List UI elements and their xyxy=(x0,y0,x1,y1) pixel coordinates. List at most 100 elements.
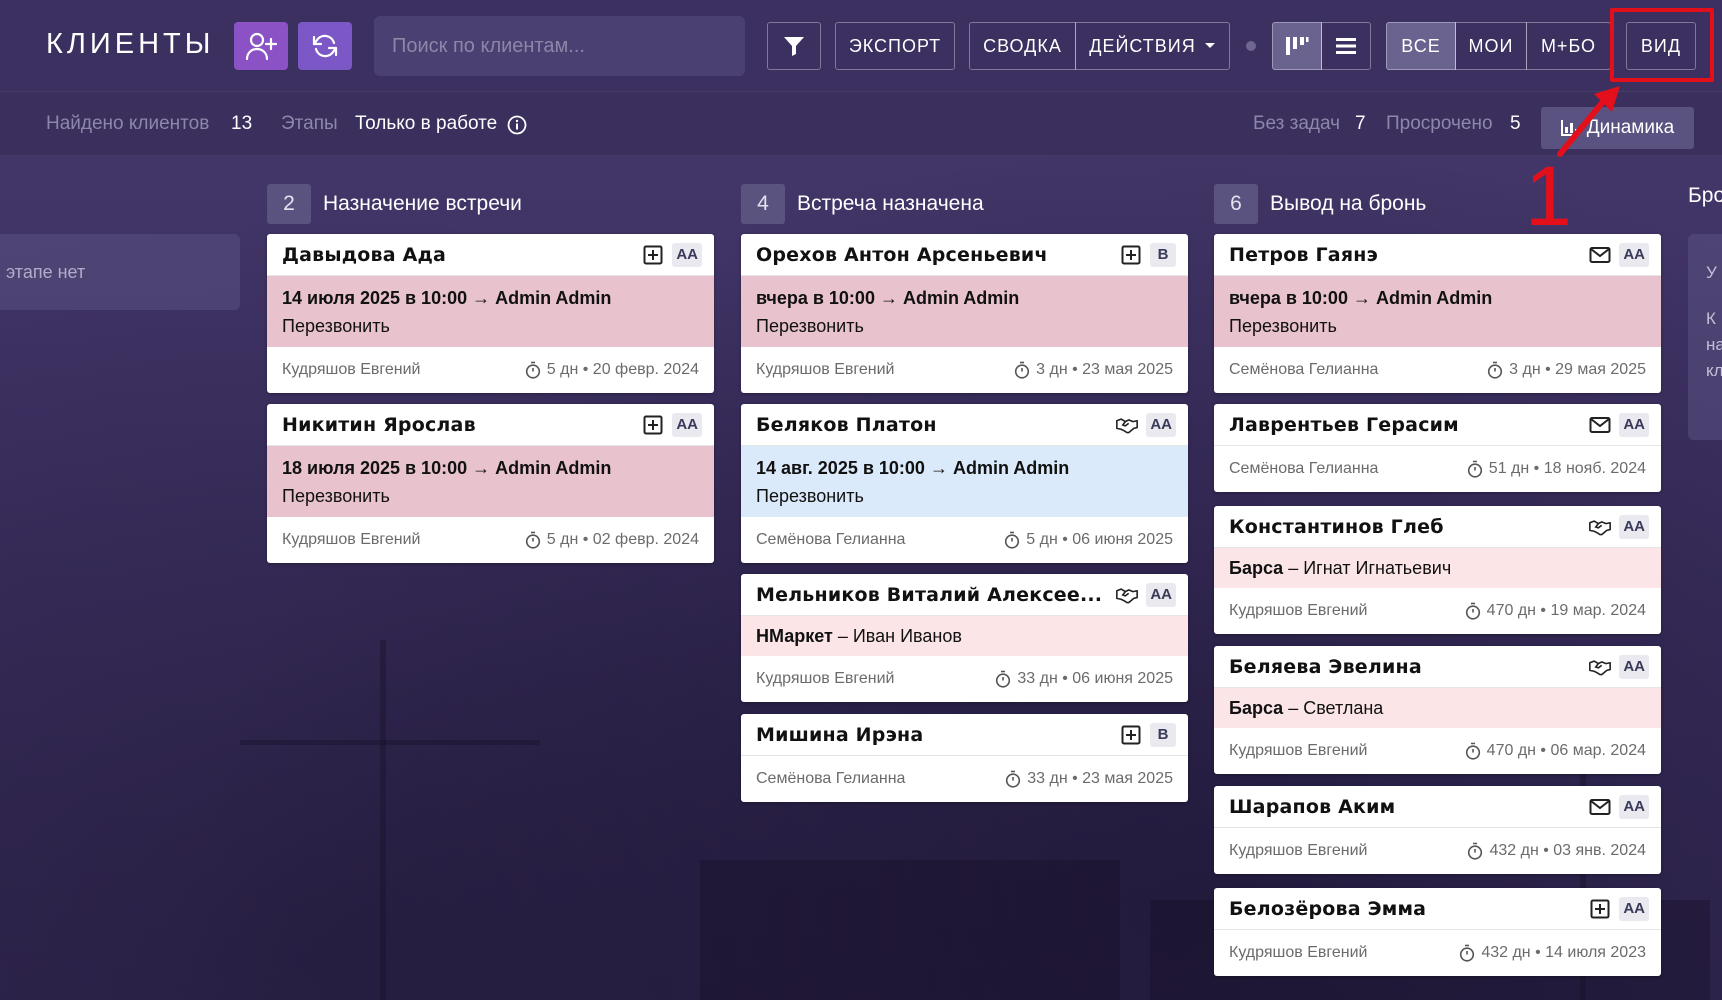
task-block[interactable]: вчера в 10:00 → Admin Admin Перезвонить xyxy=(741,276,1188,347)
column-count: 6 xyxy=(1214,184,1258,224)
list-view-button[interactable] xyxy=(1321,22,1371,70)
client-name[interactable]: Давыдова Ада xyxy=(282,244,642,266)
refresh-button[interactable] xyxy=(298,22,352,70)
card-meta-text: 470 дн • 06 мар. 2024 xyxy=(1486,742,1646,759)
handshake-icon[interactable] xyxy=(1116,414,1139,436)
timer-icon xyxy=(525,531,540,549)
client-card[interactable]: Шарапов Аким АА Кудряшов Евгений 432 дн • 0… xyxy=(1214,786,1661,874)
partial-column-header: Бро xyxy=(1688,184,1722,208)
client-name[interactable]: Шарапов Аким xyxy=(1229,796,1589,818)
card-header: Беляков Платон АА xyxy=(741,404,1188,446)
timer-icon xyxy=(525,361,540,379)
client-card[interactable]: Давыдова Ада АА 14 июля 2025 в 10:00 → Adm… xyxy=(267,234,714,393)
filter-all-button[interactable]: ВСЕ xyxy=(1386,22,1456,70)
card-meta: 5 дн • 02 февр. 2024 xyxy=(525,531,699,549)
client-name[interactable]: Мельников Виталий Алексее... xyxy=(756,584,1116,606)
search-input[interactable] xyxy=(374,16,745,76)
client-card[interactable]: Беляева Эвелина АА Барса – Светлана Кудряшо… xyxy=(1214,646,1661,774)
plus-square-icon[interactable] xyxy=(1589,898,1611,920)
card-meta-text: 3 дн • 29 мая 2025 xyxy=(1509,361,1646,378)
mail-icon[interactable] xyxy=(1589,244,1611,266)
info-icon[interactable] xyxy=(507,115,527,141)
plus-square-icon[interactable] xyxy=(1120,724,1142,746)
card-meta-text: 432 дн • 14 июля 2023 xyxy=(1481,944,1646,961)
card-meta-text: 470 дн • 19 мар. 2024 xyxy=(1486,602,1646,619)
export-button[interactable]: ЭКСПОРТ xyxy=(835,22,955,70)
timer-icon xyxy=(1467,460,1482,478)
responsible-badge: АА xyxy=(672,412,702,437)
actions-dropdown[interactable]: ДЕЙСТВИЯ xyxy=(1075,22,1230,70)
partner-name: НМаркет xyxy=(756,626,833,646)
client-card[interactable]: Константинов Глеб АА Барса – Игнат Игнатье… xyxy=(1214,506,1661,634)
card-footer: Семёнова Гелианна 5 дн • 06 июня 2025 xyxy=(741,517,1188,563)
responsible-badge: АА xyxy=(1146,582,1176,607)
client-card[interactable]: Никитин Ярослав АА 18 июля 2025 в 10:00 → … xyxy=(267,404,714,563)
task-block[interactable]: 18 июля 2025 в 10:00 → Admin Admin Перезв… xyxy=(267,446,714,517)
task-block[interactable]: вчера в 10:00 → Admin Admin Перезвонить xyxy=(1214,276,1661,347)
client-name[interactable]: Лаврентьев Герасим xyxy=(1229,414,1589,436)
manager-name: Кудряшов Евгений xyxy=(1229,602,1368,619)
responsible-badge: АА xyxy=(1619,514,1649,539)
caret-down-icon xyxy=(1204,43,1215,48)
page-title: КЛИЕНТЫ xyxy=(46,28,215,60)
task-block[interactable]: 14 июля 2025 в 10:00 → Admin Admin Перезв… xyxy=(267,276,714,347)
mail-icon[interactable] xyxy=(1589,796,1611,818)
card-header: Лаврентьев Герасим АА xyxy=(1214,404,1661,446)
empty-stage-card: этапе нет xyxy=(0,234,240,310)
card-footer: Семёнова Гелианна 51 дн • 18 нояб. 2024 xyxy=(1214,446,1661,492)
client-name[interactable]: Беляков Платон xyxy=(756,414,1116,436)
client-card[interactable]: Орехов Антон Арсеньевич Ввчера в 10:00 → … xyxy=(741,234,1188,393)
stages-value[interactable]: Только в работе xyxy=(355,113,497,135)
card-meta: 3 дн • 23 мая 2025 xyxy=(1014,361,1173,379)
client-card[interactable]: Беляков Платон АА 14 авг. 2025 в 10:00 → A… xyxy=(741,404,1188,563)
manager-name: Семёнова Гелианна xyxy=(1229,361,1379,378)
plus-square-icon[interactable] xyxy=(642,244,664,266)
mail-icon[interactable] xyxy=(1589,414,1611,436)
card-meta-text: 432 дн • 03 янв. 2024 xyxy=(1489,842,1646,859)
partner-block: НМаркет – Иван Иванов xyxy=(741,616,1188,656)
client-card[interactable]: Мишина Ирэна В Семёнова Гелианна 33 дн • 23… xyxy=(741,714,1188,802)
column-count: 4 xyxy=(741,184,785,224)
plus-square-icon[interactable] xyxy=(642,414,664,436)
overdue-label: Просрочено xyxy=(1386,113,1493,134)
task-block[interactable]: 14 авг. 2025 в 10:00 → Admin Admin Перезв… xyxy=(741,446,1188,517)
client-name[interactable]: Петров Гаянэ xyxy=(1229,244,1589,266)
client-name[interactable]: Никитин Ярослав xyxy=(282,414,642,436)
card-meta: 470 дн • 19 мар. 2024 xyxy=(1465,602,1646,620)
client-name[interactable]: Мишина Ирэна xyxy=(756,724,1120,746)
task-datetime: вчера в 10:00 → Admin Admin xyxy=(756,288,1020,308)
client-name[interactable]: Беляева Эвелина xyxy=(1229,656,1589,678)
summary-button[interactable]: СВОДКА xyxy=(969,22,1076,70)
client-card[interactable]: Лаврентьев Герасим АА Семёнова Гелианна 51 … xyxy=(1214,404,1661,492)
responsible-badge: АА xyxy=(1619,654,1649,679)
filter-icon xyxy=(784,37,804,56)
handshake-icon[interactable] xyxy=(1589,516,1612,538)
client-name[interactable]: Белозёрова Эмма xyxy=(1229,898,1589,920)
add-client-button[interactable] xyxy=(234,22,288,70)
filter-button[interactable] xyxy=(767,22,821,70)
filter-mine-button[interactable]: МОИ xyxy=(1455,22,1527,70)
task-note: Перезвонить xyxy=(282,316,390,336)
card-meta-text: 5 дн • 06 июня 2025 xyxy=(1026,531,1173,548)
column-header: 2 Назначение встречи xyxy=(267,184,522,224)
client-name[interactable]: Константинов Глеб xyxy=(1229,516,1589,538)
manager-name: Кудряшов Евгений xyxy=(1229,944,1368,961)
client-card[interactable]: Мельников Виталий Алексее... АА НМаркет – … xyxy=(741,574,1188,702)
client-card[interactable]: Белозёрова Эмма АА Кудряшов Евгений 432 дн … xyxy=(1214,888,1661,976)
card-meta-text: 5 дн • 02 февр. 2024 xyxy=(546,531,699,548)
handshake-icon[interactable] xyxy=(1589,656,1612,678)
client-name[interactable]: Орехов Антон Арсеньевич xyxy=(756,244,1120,266)
task-note: Перезвонить xyxy=(282,486,390,506)
client-card[interactable]: Петров Гаянэ АА вчера в 10:00 → Admin Admi… xyxy=(1214,234,1661,393)
kanban-view-button[interactable] xyxy=(1272,22,1322,70)
plus-square-icon[interactable] xyxy=(1120,244,1142,266)
refresh-icon xyxy=(312,34,338,58)
handshake-icon[interactable] xyxy=(1116,584,1139,606)
card-meta-text: 5 дн • 20 февр. 2024 xyxy=(546,361,699,378)
card-meta: 33 дн • 06 июня 2025 xyxy=(995,670,1173,688)
filter-mplus-button[interactable]: М+БО xyxy=(1526,22,1611,70)
manager-name: Семёнова Гелианна xyxy=(756,531,906,548)
manager-name: Кудряшов Евгений xyxy=(282,361,421,378)
card-header: Мельников Виталий Алексее... АА xyxy=(741,574,1188,616)
card-footer: Кудряшов Евгений 432 дн • 03 янв. 2024 xyxy=(1214,828,1661,874)
